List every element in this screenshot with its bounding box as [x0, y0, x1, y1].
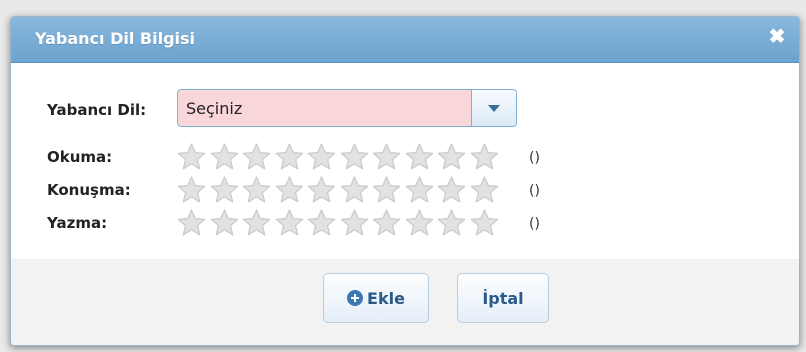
- add-button-label: Ekle: [367, 289, 405, 308]
- star-icon[interactable]: [306, 142, 337, 172]
- reading-label: Okuma:: [47, 148, 113, 166]
- speaking-value: (): [529, 183, 540, 199]
- add-button[interactable]: Ekle: [323, 273, 429, 323]
- dialog-titlebar[interactable]: Yabancı Dil Bilgisi ✖: [11, 17, 799, 63]
- star-icon[interactable]: [274, 175, 305, 205]
- star-icon[interactable]: [436, 208, 467, 238]
- cancel-button-label: İptal: [482, 289, 524, 308]
- star-icon[interactable]: [274, 208, 305, 238]
- plus-circle-icon: [347, 290, 364, 306]
- star-icon[interactable]: [339, 175, 370, 205]
- language-dropdown-button[interactable]: [471, 90, 516, 126]
- star-icon[interactable]: [306, 175, 337, 205]
- star-icon[interactable]: [241, 175, 272, 205]
- cancel-button[interactable]: İptal: [457, 273, 549, 323]
- language-label: Yabancı Dil:: [47, 101, 147, 119]
- star-icon[interactable]: [436, 175, 467, 205]
- star-icon[interactable]: [339, 208, 370, 238]
- star-icon[interactable]: [469, 142, 500, 172]
- language-dialog: Yabancı Dil Bilgisi ✖ Yabancı Dil: Seçin…: [10, 16, 800, 346]
- star-icon[interactable]: [469, 175, 500, 205]
- star-icon[interactable]: [404, 175, 435, 205]
- star-icon[interactable]: [209, 175, 240, 205]
- star-icon[interactable]: [274, 142, 305, 172]
- star-icon[interactable]: [176, 142, 207, 172]
- reading-value: (): [529, 150, 540, 166]
- star-icon[interactable]: [371, 208, 402, 238]
- speaking-rating[interactable]: [176, 175, 501, 205]
- close-icon[interactable]: ✖: [767, 27, 787, 47]
- star-icon[interactable]: [209, 142, 240, 172]
- star-icon[interactable]: [371, 175, 402, 205]
- star-icon[interactable]: [176, 208, 207, 238]
- star-icon[interactable]: [404, 208, 435, 238]
- star-icon[interactable]: [209, 208, 240, 238]
- star-icon[interactable]: [404, 142, 435, 172]
- writing-value: (): [529, 216, 540, 232]
- language-select-value: Seçiniz: [186, 99, 243, 118]
- star-icon[interactable]: [306, 208, 337, 238]
- writing-label: Yazma:: [47, 214, 108, 232]
- language-select[interactable]: Seçiniz: [177, 89, 517, 127]
- dialog-title: Yabancı Dil Bilgisi: [35, 29, 196, 48]
- speaking-label: Konuşma:: [47, 181, 131, 199]
- star-icon[interactable]: [436, 142, 467, 172]
- star-icon[interactable]: [339, 142, 370, 172]
- star-icon[interactable]: [241, 208, 272, 238]
- reading-rating[interactable]: [176, 142, 501, 172]
- star-icon[interactable]: [469, 208, 500, 238]
- chevron-down-icon: [488, 105, 500, 112]
- star-icon[interactable]: [176, 175, 207, 205]
- star-icon[interactable]: [241, 142, 272, 172]
- writing-rating[interactable]: [176, 208, 501, 238]
- star-icon[interactable]: [371, 142, 402, 172]
